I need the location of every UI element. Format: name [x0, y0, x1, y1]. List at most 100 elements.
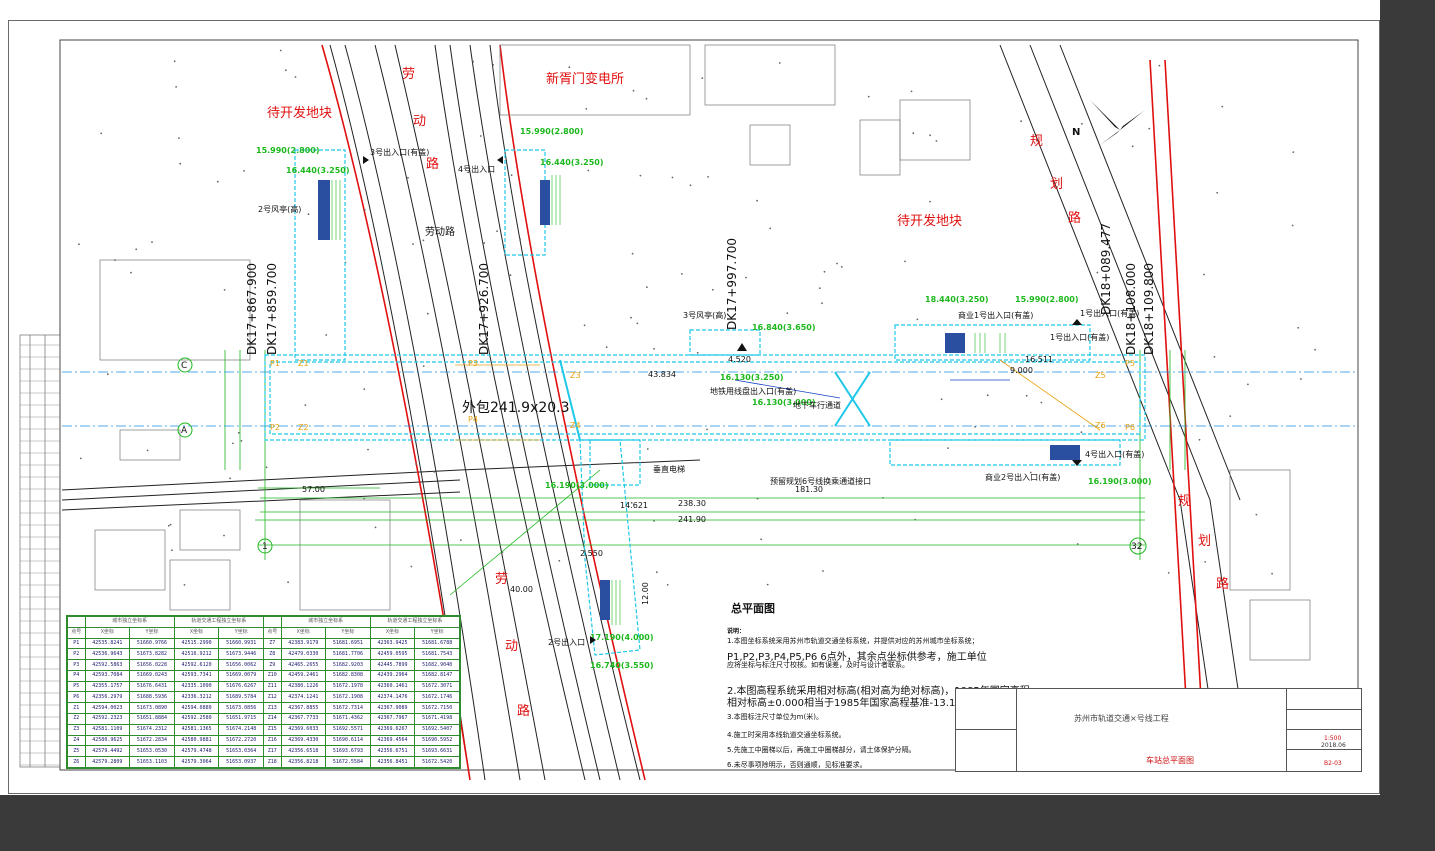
survey-point	[696, 351, 699, 354]
survey-point	[265, 466, 268, 469]
table-cell: 城市独立坐标系	[84, 616, 175, 628]
survey-point	[1081, 122, 1083, 125]
survey-point	[986, 394, 989, 397]
survey-point	[422, 365, 425, 367]
survey-point	[1292, 151, 1295, 154]
survey-point	[374, 526, 377, 529]
chainage-label: DK18+089.477	[1099, 223, 1113, 315]
survey-point	[769, 227, 772, 230]
table-cell: 42367.7967	[369, 713, 416, 725]
station-annotations: 劳动路 外包241.9x20.3	[425, 225, 570, 416]
survey-point	[568, 66, 571, 69]
point-label: P6	[1125, 423, 1135, 432]
survey-point	[646, 448, 649, 450]
table-cell: 51673.0856	[218, 702, 264, 715]
elevation-label: 15.990(2.800)	[520, 127, 584, 136]
table-cell: 51656.0228	[129, 659, 175, 671]
survey-point	[78, 243, 80, 246]
table-cell: 42594.0023	[84, 702, 131, 715]
survey-point	[605, 346, 608, 349]
table-cell: 42439.2964	[369, 669, 416, 682]
survey-point	[910, 90, 913, 93]
exit-label: 预留规划6号线换乘通道接口	[770, 476, 871, 486]
table-cell: 42579.4748	[173, 745, 220, 758]
survey-point	[510, 174, 513, 177]
table-header-cell: 点号	[67, 626, 86, 639]
table-cell: 51672.5420	[414, 756, 460, 768]
table-cell: 42363.9425	[369, 637, 416, 650]
point-label: Z2	[298, 423, 309, 432]
table-cell: 42380.1226	[280, 680, 327, 693]
exit-label: 2号风亭(高)	[258, 204, 301, 214]
survey-point	[216, 180, 219, 183]
table-cell: 51672.7150	[414, 702, 460, 715]
cad-viewport[interactable]: N 劳 动 路 劳 动 路 规 划 路 规 划 路 待开发地块 待开发地块 新胥…	[0, 0, 1435, 851]
viewport-background-right	[1380, 0, 1435, 851]
table-cell: 42369.4330	[280, 734, 327, 747]
survey-point	[1213, 356, 1216, 358]
table-header-cell: X坐标	[369, 626, 416, 639]
survey-point	[630, 316, 632, 319]
table-row: Z4 42580.9625 51672.2834 42580.9881 51672.27…	[67, 734, 460, 747]
axis-label-c: C	[181, 361, 187, 371]
survey-point	[1291, 224, 1294, 227]
elevation-label: 16.840(3.650)	[752, 323, 816, 332]
axis-label-1: 1	[262, 542, 268, 552]
survey-point	[706, 428, 708, 431]
survey-point	[1271, 572, 1273, 575]
dim-value: 9.000	[1010, 366, 1033, 375]
exit-labels: 3号出入口(有盖) 4号出入口 1号出入口(有盖) 2号出入口 商业1号出入口(…	[258, 147, 1144, 647]
survey-point	[114, 259, 116, 261]
table-cell: 42374.1476	[369, 691, 416, 704]
road-label-planned-1: 规	[1030, 134, 1043, 149]
table-cell: 42536.9643	[84, 648, 131, 661]
axis-lines	[62, 371, 1358, 427]
survey-point	[178, 137, 180, 140]
table-cell: 51692.5407	[414, 723, 460, 736]
table-cell: 51651.8884	[129, 713, 175, 725]
survey-point	[483, 242, 486, 244]
table-cell: 51673.8282	[129, 648, 175, 661]
survey-point	[701, 77, 704, 79]
survey-point	[583, 324, 586, 327]
table-cell: P2	[67, 648, 86, 661]
dim-value: 43.834	[648, 370, 676, 379]
date-value: 2018.06	[1321, 742, 1346, 749]
survey-point	[179, 162, 182, 165]
survey-point	[232, 442, 234, 445]
table-cell: 42581.1365	[173, 723, 220, 736]
table-cell: 42369.6033	[280, 723, 327, 736]
table-cell	[67, 616, 86, 628]
survey-point	[653, 347, 655, 350]
chainage-label: DK17+997.700	[725, 238, 739, 330]
chainage-label: DK18+109.800	[1142, 263, 1156, 355]
survey-point	[237, 431, 240, 434]
survey-point	[712, 288, 714, 291]
table-header-cell: X坐标	[280, 626, 327, 639]
table-cell: 51681.7543	[414, 648, 460, 661]
road-label-planned-2: 规	[1178, 494, 1191, 509]
survey-point	[285, 69, 287, 72]
survey-point	[689, 184, 692, 187]
survey-point	[173, 60, 176, 63]
table-cell: 轨道交通工程独立坐标系	[173, 616, 264, 628]
survey-point	[821, 302, 823, 305]
table-cell: 51653.0364	[218, 745, 264, 758]
table-cell: 42579.4492	[84, 745, 131, 758]
table-cell: 42356.8451	[369, 756, 416, 768]
exit-label: 1号出入口(有盖)	[1080, 308, 1139, 318]
table-cell: 42459.2461	[280, 669, 327, 682]
survey-point	[1148, 127, 1151, 130]
table-cell: 42592.2323	[84, 713, 131, 725]
table-cell: P5	[67, 680, 86, 693]
table-row: P4 42593.7084 51669.0243 42593.7341 51669.00…	[67, 669, 460, 682]
survey-point	[867, 95, 870, 98]
survey-point	[1255, 513, 1258, 516]
table-cell: 42459.0595	[369, 648, 416, 661]
table-row: P2 42536.9643 51673.8282 42516.9212 51673.94…	[67, 648, 460, 661]
point-label: Z4	[570, 421, 581, 430]
survey-point	[492, 64, 495, 66]
elevation-label: 15.990(2.800)	[256, 146, 320, 155]
survey-point	[778, 62, 781, 64]
survey-point	[818, 287, 821, 290]
